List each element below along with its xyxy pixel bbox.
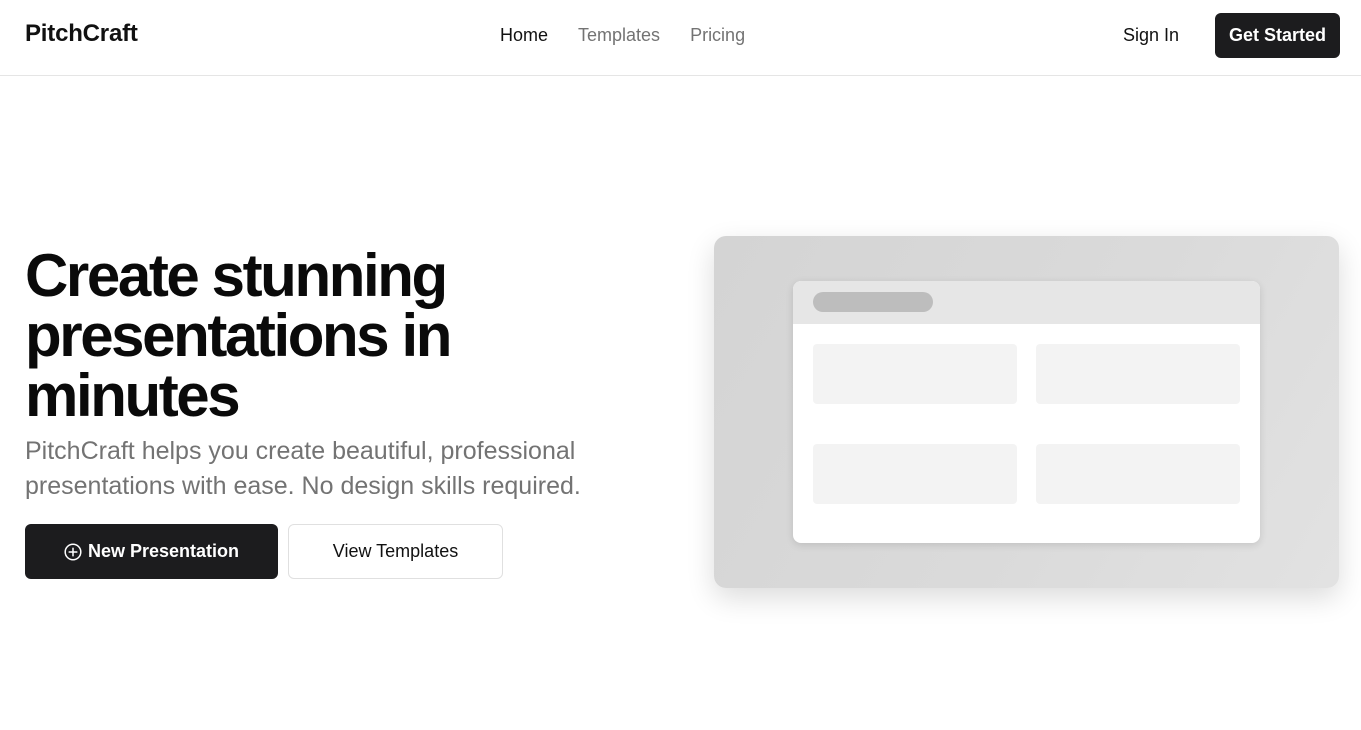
view-templates-button[interactable]: View Templates [288, 524, 503, 579]
brand-logo[interactable]: PitchCraft [25, 20, 138, 48]
mock-title-placeholder [813, 292, 933, 312]
mock-slide-card [1036, 444, 1240, 504]
nav-link-pricing[interactable]: Pricing [690, 25, 745, 46]
nav-link-templates[interactable]: Templates [578, 25, 660, 46]
sign-in-link[interactable]: Sign In [1123, 25, 1179, 46]
hero-title: Create stunning presentations in minutes [25, 242, 452, 429]
main-nav: Home Templates Pricing [500, 25, 745, 46]
top-navigation-bar: PitchCraft Home Templates Pricing Sign I… [0, 0, 1361, 76]
mock-slide-card [1036, 344, 1240, 404]
mock-slide-card [813, 444, 1017, 504]
get-started-button[interactable]: Get Started [1215, 13, 1340, 58]
hero-subtitle: PitchCraft helps you create beautiful, p… [25, 437, 581, 500]
mock-editor-window [793, 281, 1260, 543]
mock-title-bar [793, 281, 1260, 324]
nav-link-home[interactable]: Home [500, 25, 548, 46]
mock-slide-card [813, 344, 1017, 404]
app-preview-illustration [714, 236, 1339, 588]
new-presentation-button[interactable]: New Presentation [25, 524, 278, 579]
plus-circle-icon [64, 542, 82, 561]
new-presentation-label: New Presentation [87, 541, 240, 561]
